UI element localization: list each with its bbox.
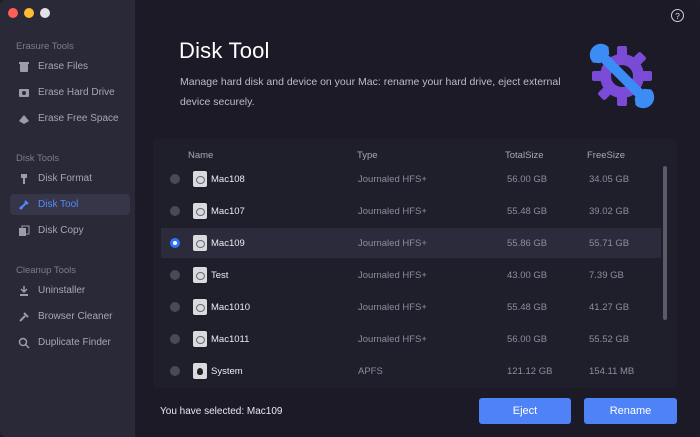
- disk-free-size: 39.02 GB: [589, 206, 630, 217]
- table-row[interactable]: Mac108 Journaled HFS+ 56.00 GB 34.05 GB: [161, 164, 661, 194]
- minimize-window-button[interactable]: [24, 8, 34, 18]
- disk-format-icon: [18, 173, 30, 185]
- disk-free-size: 154.11 MB: [589, 366, 635, 377]
- sidebar: Erasure Tools Erase Files Erase Hard Dri…: [0, 0, 135, 437]
- row-radio[interactable]: [170, 270, 180, 280]
- close-window-button[interactable]: [8, 8, 18, 18]
- sidebar-item-label: Duplicate Finder: [38, 337, 111, 348]
- sidebar-item-erase-files[interactable]: Erase Files: [10, 56, 130, 77]
- row-radio[interactable]: [170, 302, 180, 312]
- section-title-erasure-tools: Erasure Tools: [16, 41, 74, 52]
- column-header-name[interactable]: Name: [188, 150, 213, 161]
- column-header-totalsize[interactable]: TotalSize: [505, 150, 544, 161]
- table-row[interactable]: Test Journaled HFS+ 43.00 GB 7.39 GB: [161, 260, 661, 290]
- disk-free-size: 41.27 GB: [589, 302, 630, 313]
- zoom-window-button[interactable]: [40, 8, 50, 18]
- row-radio[interactable]: [170, 206, 180, 216]
- erase-files-icon: [18, 61, 30, 73]
- hard-disk-icon: [193, 299, 207, 315]
- disk-type: Journaled HFS+: [358, 206, 427, 217]
- apple-disk-icon: [193, 363, 207, 379]
- disk-tool-icon: [18, 199, 30, 211]
- sidebar-item-erase-free-space[interactable]: Erase Free Space: [10, 108, 130, 129]
- sidebar-item-label: Erase Free Space: [38, 113, 119, 124]
- hard-disk-icon: [193, 267, 207, 283]
- erase-hard-drive-icon: [18, 87, 30, 99]
- table-scrollbar[interactable]: [663, 166, 667, 320]
- rename-button[interactable]: Rename: [584, 398, 677, 424]
- duplicate-finder-icon: [18, 337, 30, 349]
- page-title: Disk Tool: [179, 38, 270, 63]
- disk-free-size: 7.39 GB: [589, 270, 624, 281]
- disk-type: Journaled HFS+: [358, 334, 427, 345]
- browser-cleaner-icon: [18, 311, 30, 323]
- hard-disk-icon: [193, 331, 207, 347]
- sidebar-item-label: Disk Format: [38, 173, 92, 184]
- table-row[interactable]: Mac1011 Journaled HFS+ 56.00 GB 55.52 GB: [161, 324, 661, 354]
- section-title-disk-tools: Disk Tools: [16, 153, 60, 164]
- disk-total-size: 121.12 GB: [507, 366, 553, 377]
- disk-name: Mac1011: [211, 334, 250, 345]
- table-row-selected[interactable]: Mac109 Journaled HFS+ 55.86 GB 55.71 GB: [161, 228, 661, 258]
- row-radio[interactable]: [170, 174, 180, 184]
- uninstaller-icon: [18, 285, 30, 297]
- column-header-type[interactable]: Type: [357, 150, 378, 161]
- window-controls: [8, 8, 50, 18]
- app-window: Erasure Tools Erase Files Erase Hard Dri…: [0, 0, 700, 437]
- table-row[interactable]: Mac1010 Journaled HFS+ 55.48 GB 41.27 GB: [161, 292, 661, 322]
- disk-free-size: 55.71 GB: [589, 238, 630, 249]
- sidebar-item-duplicate-finder[interactable]: Duplicate Finder: [10, 332, 130, 353]
- disk-total-size: 55.48 GB: [507, 302, 548, 313]
- row-radio[interactable]: [170, 366, 180, 376]
- disk-name: Mac1010: [211, 302, 251, 313]
- disk-table: Name Type TotalSize FreeSize Mac108 Jour…: [153, 139, 677, 388]
- table-row[interactable]: Mac107 Journaled HFS+ 55.48 GB 39.02 GB: [161, 196, 661, 226]
- disk-copy-icon: [18, 225, 30, 237]
- eject-button[interactable]: Eject: [479, 398, 571, 424]
- disk-type: Journaled HFS+: [358, 302, 427, 313]
- sidebar-item-label: Browser Cleaner: [38, 311, 113, 322]
- sidebar-item-browser-cleaner[interactable]: Browser Cleaner: [10, 306, 130, 327]
- hard-disk-icon: [193, 203, 207, 219]
- sidebar-item-disk-format[interactable]: Disk Format: [10, 168, 130, 189]
- sidebar-item-label: Erase Files: [38, 61, 89, 72]
- sidebar-item-uninstaller[interactable]: Uninstaller: [10, 280, 130, 301]
- help-icon[interactable]: ?: [671, 9, 684, 22]
- disk-total-size: 55.48 GB: [507, 206, 548, 217]
- hard-disk-icon: [193, 235, 207, 251]
- disk-free-size: 55.52 GB: [589, 334, 630, 345]
- disk-type: Journaled HFS+: [358, 238, 427, 249]
- column-header-freesize[interactable]: FreeSize: [587, 150, 625, 161]
- sidebar-item-label: Erase Hard Drive: [38, 87, 115, 98]
- disk-name: Test: [211, 270, 229, 281]
- disk-total-size: 56.00 GB: [507, 334, 548, 345]
- disk-type: APFS: [358, 366, 383, 377]
- selection-status: You have selected: Mac109: [160, 406, 283, 417]
- section-title-cleanup-tools: Cleanup Tools: [16, 265, 77, 276]
- erase-free-space-icon: [18, 113, 30, 125]
- sidebar-item-label: Disk Tool: [38, 199, 79, 210]
- disk-total-size: 55.86 GB: [507, 238, 548, 249]
- table-row[interactable]: System APFS 121.12 GB 154.11 MB: [161, 356, 661, 386]
- disk-name: Mac109: [211, 238, 245, 249]
- page-description: Manage hard disk and device on your Mac:…: [180, 76, 561, 108]
- row-radio[interactable]: [170, 334, 180, 344]
- sidebar-item-disk-copy[interactable]: Disk Copy: [10, 220, 130, 241]
- disk-tool-hero-icon: [586, 40, 658, 112]
- disk-type: Journaled HFS+: [358, 270, 427, 281]
- hard-disk-icon: [193, 171, 207, 187]
- disk-total-size: 56.00 GB: [507, 174, 548, 185]
- disk-type: Journaled HFS+: [358, 174, 427, 185]
- sidebar-item-label: Disk Copy: [38, 225, 84, 236]
- disk-name: Mac107: [211, 206, 245, 217]
- disk-free-size: 34.05 GB: [589, 174, 630, 185]
- sidebar-item-label: Uninstaller: [38, 285, 86, 296]
- row-radio-selected[interactable]: [170, 238, 180, 248]
- disk-total-size: 43.00 GB: [507, 270, 548, 281]
- sidebar-item-erase-hard-drive[interactable]: Erase Hard Drive: [10, 82, 130, 103]
- disk-name: Mac108: [211, 174, 245, 185]
- sidebar-item-disk-tool[interactable]: Disk Tool: [10, 194, 130, 215]
- disk-name: System: [211, 366, 243, 377]
